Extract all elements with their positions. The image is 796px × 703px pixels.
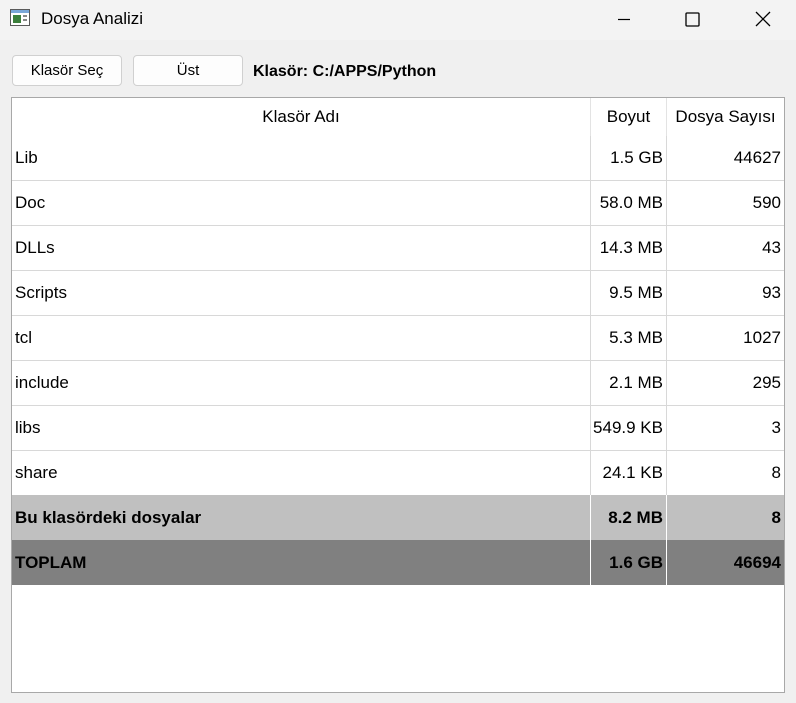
table-row[interactable]: include 2.1 MB 295 <box>12 361 784 406</box>
cell-count: 44627 <box>733 148 781 167</box>
column-header-name[interactable]: Klasör Adı <box>12 98 591 136</box>
table-row[interactable]: Lib 1.5 GB 44627 <box>12 136 784 181</box>
total-size: 1.6 GB <box>591 540 667 585</box>
cell-count: 295 <box>752 373 781 392</box>
select-folder-button[interactable]: Klasör Seç <box>12 55 122 86</box>
total-count: 46694 <box>733 552 781 572</box>
cell-size: 24.1 KB <box>591 451 667 495</box>
cell-count: 590 <box>752 193 781 212</box>
folder-table[interactable]: Klasör Adı Boyut Dosya Sayısı Lib 1.5 GB… <box>11 97 785 693</box>
cell-name: share <box>12 451 591 495</box>
current-folder-label: Klasör: C:/APPS/Python <box>253 63 437 80</box>
cell-name: DLLs <box>12 226 591 270</box>
cell-size: 58.0 MB <box>591 181 667 225</box>
cell-name: Lib <box>12 136 591 180</box>
minimize-icon <box>618 18 630 21</box>
maximize-icon <box>684 11 700 27</box>
table-header: Klasör Adı Boyut Dosya Sayısı <box>12 98 784 136</box>
table-row[interactable]: libs 549.9 KB 3 <box>12 406 784 451</box>
close-button[interactable] <box>728 0 796 38</box>
summary-size: 8.2 MB <box>591 495 667 540</box>
table-row[interactable]: tcl 5.3 MB 1027 <box>12 316 784 361</box>
cell-size: 9.5 MB <box>591 271 667 315</box>
summary-count: 8 <box>771 507 781 527</box>
maximize-button[interactable] <box>657 0 727 38</box>
cell-name: libs <box>12 406 591 450</box>
minimize-button[interactable] <box>589 0 659 38</box>
cell-name: Scripts <box>12 271 591 315</box>
title-bar[interactable]: Dosya Analizi <box>0 0 796 40</box>
cell-name: include <box>12 361 591 405</box>
cell-size: 1.5 GB <box>591 136 667 180</box>
total-row[interactable]: TOPLAM 1.6 GB 46694 <box>12 540 784 585</box>
app-icon <box>10 9 30 26</box>
table-row[interactable]: DLLs 14.3 MB 43 <box>12 226 784 271</box>
cell-count: 8 <box>771 463 781 482</box>
cell-size: 549.9 KB <box>591 406 667 450</box>
total-name: TOPLAM <box>12 540 591 585</box>
cell-size: 14.3 MB <box>591 226 667 270</box>
cell-count: 1027 <box>743 328 781 347</box>
cell-name: Doc <box>12 181 591 225</box>
table-row[interactable]: share 24.1 KB 8 <box>12 451 784 496</box>
table-row[interactable]: Doc 58.0 MB 590 <box>12 181 784 226</box>
summary-row[interactable]: Bu klasördeki dosyalar 8.2 MB 8 <box>12 495 784 540</box>
cell-name: tcl <box>12 316 591 360</box>
cell-count: 3 <box>771 418 781 437</box>
cell-size: 5.3 MB <box>591 316 667 360</box>
cell-count: 43 <box>762 238 781 257</box>
window-title: Dosya Analizi <box>41 9 144 28</box>
cell-size: 2.1 MB <box>591 361 667 405</box>
cell-count: 93 <box>762 283 781 302</box>
table-row[interactable]: Scripts 9.5 MB 93 <box>12 271 784 316</box>
up-button[interactable]: Üst <box>133 55 243 86</box>
summary-name: Bu klasördeki dosyalar <box>12 495 591 540</box>
close-icon <box>755 11 771 27</box>
column-header-count[interactable]: Dosya Sayısı <box>667 98 784 136</box>
column-header-size[interactable]: Boyut <box>591 98 667 136</box>
app-window: Dosya Analizi Klasör Seç Üst Klasör: C:/… <box>0 0 796 703</box>
